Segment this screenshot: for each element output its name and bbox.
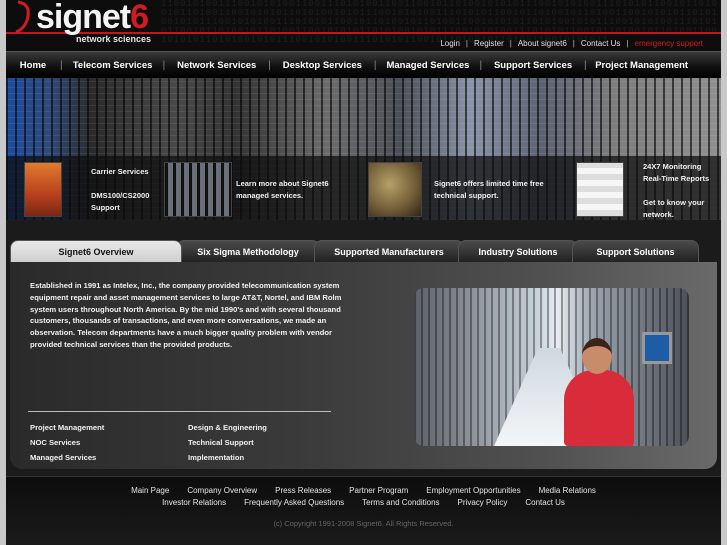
monitoring-cta[interactable]: Get to know your [643, 197, 704, 208]
managed-services-promo[interactable]: managed services. [236, 190, 303, 201]
nav-support-services[interactable]: Support Services [482, 60, 584, 71]
login-link[interactable]: Login [434, 39, 466, 48]
nav-telecom-services[interactable]: Telecom Services [63, 60, 163, 71]
footer: Main Page Company Overview Press Release… [6, 476, 721, 545]
about-link[interactable]: About signet6 [512, 39, 573, 48]
tab-six-sigma[interactable]: Six Sigma Methodology [176, 240, 320, 262]
service-link-implementation[interactable]: Implementation [188, 453, 244, 462]
register-link[interactable]: Register [468, 39, 510, 48]
tab-bar: Signet6 Overview Six Sigma Methodology S… [10, 240, 717, 262]
service-link-managed-services[interactable]: Managed Services [30, 453, 96, 462]
tab-panel: Established in 1991 as Intelex, Inc., th… [10, 262, 717, 469]
hero-banner: Carrier Services DMS100/CS2000 Support L… [6, 78, 721, 220]
service-link-technical-support[interactable]: Technical Support [188, 438, 254, 447]
managed-services-promo[interactable]: Learn more about Signet6 [236, 178, 329, 189]
carrier-services-title[interactable]: Carrier Services [91, 166, 149, 177]
footer-link-main-page[interactable]: Main Page [122, 486, 178, 495]
footer-link-media-relations[interactable]: Media Relations [530, 486, 605, 495]
technician-photo [414, 288, 689, 446]
monitor-shape [642, 332, 672, 364]
nav-home[interactable]: Home [6, 60, 60, 71]
page: 1100101001110010101001100111010100110011… [6, 0, 721, 545]
service-link-noc-services[interactable]: NOC Services [30, 438, 80, 447]
service-link-project-management[interactable]: Project Management [30, 423, 104, 432]
tab-support-solutions[interactable]: Support Solutions [572, 240, 699, 262]
coins-image[interactable] [368, 162, 422, 217]
monitoring-cta[interactable]: network. [643, 209, 674, 220]
tab-signet6-overview[interactable]: Signet6 Overview [10, 240, 182, 262]
tower-image[interactable] [24, 162, 62, 217]
overview-paragraph: Established in 1991 as Intelex, Inc., th… [30, 281, 342, 349]
nav-desktop-services[interactable]: Desktop Services [271, 60, 374, 71]
footer-link-employment[interactable]: Employment Opportunities [417, 486, 529, 495]
monitoring-sub[interactable]: Real-Time Reports [643, 173, 709, 184]
logo-swoosh-icon [15, 0, 30, 34]
footer-link-privacy[interactable]: Privacy Policy [449, 498, 517, 507]
footer-link-terms[interactable]: Terms and Conditions [353, 498, 448, 507]
nav-network-services[interactable]: Network Services [165, 60, 268, 71]
person-head-shape [582, 338, 612, 374]
footer-link-press-releases[interactable]: Press Releases [266, 486, 340, 495]
contact-link[interactable]: Contact Us [575, 39, 627, 48]
footer-link-investor-relations[interactable]: Investor Relations [153, 498, 235, 507]
top-links: Login | Register | About signet6 | Contact … [434, 39, 709, 48]
footer-links-row-1: Main Page Company Overview Press Release… [6, 486, 721, 495]
logo-name: signet6 [36, 0, 149, 36]
footer-links-row-2: Investor Relations Frequently Asked Ques… [6, 498, 721, 507]
carrier-services-sub: DMS100/CS2000 [91, 191, 150, 200]
free-support-promo[interactable]: Signet6 offers limited time free [434, 178, 544, 189]
carrier-services-sub: Support [91, 203, 120, 212]
service-link-design-engineering[interactable]: Design & Engineering [188, 423, 267, 432]
tab-supported-manufacturers[interactable]: Supported Manufacturers [314, 240, 464, 262]
divider [28, 411, 331, 412]
nav-project-management[interactable]: Project Management [587, 60, 697, 71]
datacenter-image[interactable] [164, 162, 232, 217]
person-shape [564, 370, 634, 446]
monitoring-title[interactable]: 24X7 Monitoring [643, 161, 701, 172]
footer-link-faq[interactable]: Frequently Asked Questions [235, 498, 353, 507]
tab-industry-solutions[interactable]: Industry Solutions [458, 240, 578, 262]
report-image[interactable] [576, 162, 624, 217]
emergency-support-link[interactable]: emergency support [629, 39, 709, 48]
footer-link-company-overview[interactable]: Company Overview [178, 486, 266, 495]
footer-link-contact[interactable]: Contact Us [516, 498, 574, 507]
logo-tagline: network sciences [76, 34, 152, 44]
free-support-promo[interactable]: technical support. [434, 190, 499, 201]
footer-link-partner-program[interactable]: Partner Program [340, 486, 417, 495]
copyright: (c) Copyright 1991-2008 Signet6. All Rig… [273, 519, 454, 528]
header: 1100101001110010101001100111010100110011… [6, 0, 721, 51]
main-nav: Home | Telecom Services | Network Servic… [6, 51, 721, 78]
nav-managed-services[interactable]: Managed Services [376, 60, 479, 71]
logo[interactable]: signet6 network sciences [14, 0, 164, 46]
content-section: Signet6 Overview Six Sigma Methodology S… [6, 232, 721, 469]
